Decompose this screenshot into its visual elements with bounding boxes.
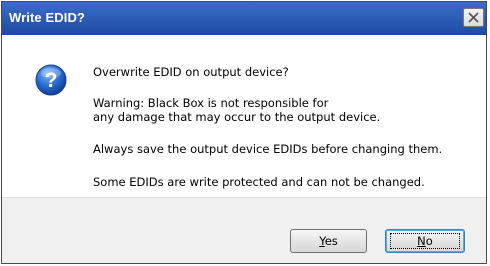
question-icon: ?	[35, 64, 67, 96]
dialog-body: ? Overwrite EDID on output device? Warni…	[2, 35, 486, 197]
close-button[interactable]	[463, 8, 484, 27]
svg-text:?: ?	[45, 69, 58, 92]
message-question: Overwrite EDID on output device?	[93, 65, 289, 79]
button-bar: Yes No	[2, 197, 486, 263]
no-button-label: No	[417, 234, 433, 248]
close-icon	[468, 12, 479, 23]
message-warning-line2: any damage that may occur to the output …	[93, 110, 381, 124]
title-bar[interactable]: Write EDID?	[2, 2, 486, 36]
message-backup-advice: Always save the output device EDIDs befo…	[93, 142, 443, 156]
no-button[interactable]: No	[385, 229, 465, 253]
yes-button[interactable]: Yes	[290, 229, 367, 253]
yes-button-label: Yes	[319, 234, 338, 248]
dialog-title: Write EDID?	[9, 10, 85, 25]
message-write-protected: Some EDIDs are write protected and can n…	[93, 175, 425, 189]
message-warning-line1: Warning: Black Box is not responsible fo…	[93, 96, 329, 110]
dialog-window: Write EDID? ? Overwrite EDID on output d…	[1, 1, 487, 264]
